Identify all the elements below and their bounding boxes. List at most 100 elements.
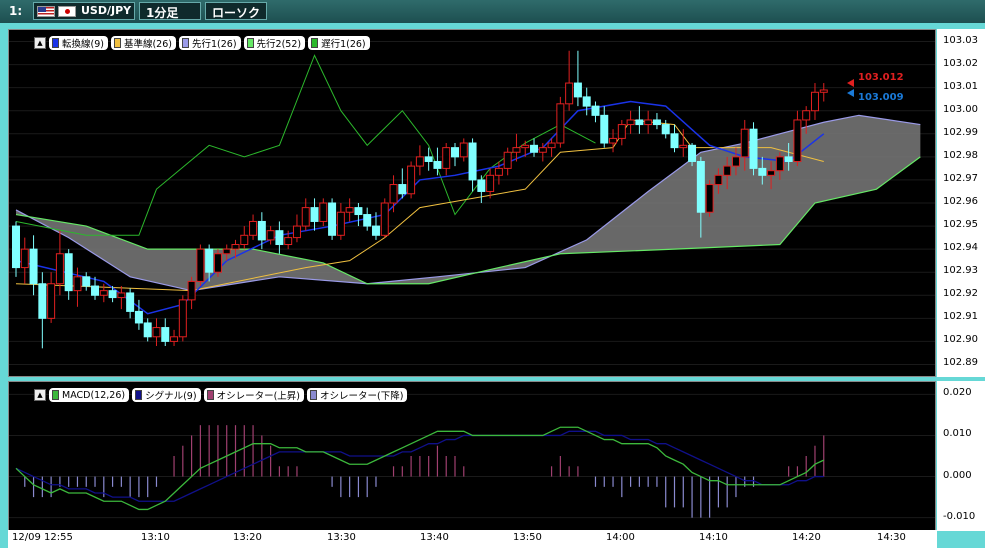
- price-axis-label: 102.90: [943, 334, 978, 346]
- macd-axis-label: 0.020: [943, 387, 972, 399]
- candle-body: [696, 160, 705, 213]
- candle-body: [451, 147, 459, 158]
- candle-body: [688, 144, 697, 162]
- candlestick-chart[interactable]: [9, 30, 935, 376]
- bid-price-tag: 103.009: [858, 92, 904, 103]
- price-axis-label: 102.95: [943, 219, 978, 231]
- legend-swatch: [113, 38, 121, 48]
- candle-body: [284, 237, 293, 246]
- candle-body: [20, 248, 29, 269]
- legend-label: 先行1(26): [191, 39, 237, 50]
- collapse-legend-icon[interactable]: ▲: [34, 37, 46, 49]
- legend-chikou[interactable]: 遅行1(26): [308, 36, 370, 50]
- candle-body: [91, 285, 100, 296]
- currency-pair-selector[interactable]: USD/JPY: [33, 2, 135, 20]
- candle-body: [810, 91, 819, 112]
- candle-body: [310, 207, 319, 222]
- candle-body: [415, 156, 424, 167]
- legend-osc-down[interactable]: オシレーター(下降): [306, 388, 408, 402]
- candle-body: [565, 82, 574, 105]
- candle-body: [609, 137, 618, 144]
- candle-body: [389, 184, 398, 204]
- candle-body: [547, 142, 556, 149]
- us-flag-icon: [37, 6, 55, 17]
- price-axis: 103.03 103.02 103.01 103.00 102.99 102.98 102.…: [937, 29, 985, 377]
- price-axis-label: 102.96: [943, 196, 978, 207]
- candle-body: [301, 207, 310, 227]
- candle-body: [82, 276, 91, 287]
- price-axis-label: 102.97: [943, 172, 978, 184]
- candle-body: [328, 202, 337, 236]
- legend-swatch: [309, 390, 317, 400]
- candle-body: [12, 225, 20, 269]
- candle-body: [731, 156, 740, 167]
- candle-body: [99, 290, 108, 296]
- candle-body: [354, 207, 363, 216]
- candle-body: [749, 128, 758, 169]
- candle-body: [459, 142, 468, 158]
- candle-body: [380, 202, 389, 236]
- legend-osc-up[interactable]: オシレーター(上昇): [203, 388, 304, 402]
- candle-body: [205, 248, 214, 273]
- macd-chart[interactable]: [9, 382, 935, 530]
- candle-body: [117, 292, 126, 299]
- candle-body: [793, 119, 802, 162]
- candle-body: [591, 105, 600, 116]
- candle-body: [231, 244, 240, 250]
- candle-body: [723, 165, 732, 176]
- candle-body: [433, 160, 442, 169]
- candle-body: [407, 165, 416, 195]
- price-axis-label: 103.01: [943, 80, 978, 92]
- candle-body: [670, 133, 679, 149]
- price-axis-label: 102.89: [943, 357, 978, 369]
- candle-body: [187, 280, 196, 301]
- time-axis-label: 13:20: [233, 532, 262, 543]
- legend-senkou1[interactable]: 先行1(26): [178, 36, 241, 50]
- legend-macd[interactable]: MACD(12,26): [49, 388, 130, 402]
- price-axis-label: 103.00: [943, 103, 978, 115]
- candle-body: [582, 96, 591, 107]
- candle-body: [213, 253, 222, 273]
- price-axis-label: 102.91: [943, 311, 978, 323]
- legend-swatch: [181, 38, 189, 48]
- legend-senkou2[interactable]: 先行2(52): [243, 36, 306, 50]
- price-chart-panel[interactable]: ▲ 転換線(9) 基準線(26) 先行1(26) 先行2(52) 遅行1(26): [8, 29, 936, 377]
- candle-body: [784, 156, 793, 162]
- candle-body: [152, 327, 161, 338]
- ask-marker-icon: [847, 79, 854, 87]
- time-axis-label: 14:00: [606, 532, 635, 543]
- macd-panel[interactable]: ▲ MACD(12,26) シグナル(9) オシレーター(上昇) オシレーター(…: [8, 381, 936, 531]
- candle-body: [714, 174, 723, 186]
- candle-body: [398, 184, 407, 195]
- candle-body: [556, 103, 565, 144]
- chart-type-selector[interactable]: ローソク: [205, 2, 267, 20]
- candle-body: [486, 174, 495, 192]
- ask-price-tag: 103.012: [858, 72, 904, 83]
- collapse-macd-legend-icon[interactable]: ▲: [34, 389, 46, 401]
- legend-kijun[interactable]: 基準線(26): [110, 36, 176, 50]
- legend-tenkan[interactable]: 転換線(9): [49, 36, 108, 50]
- timeframe-selector[interactable]: 1分足: [139, 2, 201, 20]
- candle-body: [143, 322, 152, 338]
- legend-swatch: [52, 390, 59, 400]
- time-axis-label: 14:30: [877, 532, 906, 543]
- legend-label: 先行2(52): [256, 39, 302, 50]
- candle-body: [740, 128, 749, 158]
- candle-body: [64, 253, 73, 292]
- candle-body: [266, 230, 275, 241]
- candle-body: [819, 89, 828, 93]
- candle-body: [170, 336, 179, 342]
- candle-body: [29, 248, 38, 285]
- candle-body: [196, 248, 205, 282]
- candle-body: [108, 290, 117, 299]
- candle-body: [644, 119, 653, 126]
- candle-body: [336, 211, 345, 236]
- chart-number: 1:: [9, 4, 23, 18]
- candle-body: [626, 119, 635, 126]
- price-axis-label: 102.98: [943, 149, 978, 161]
- time-axis-label: 13:10: [141, 532, 170, 543]
- price-axis-label: 102.99: [943, 126, 978, 138]
- candle-body: [538, 147, 547, 153]
- legend-signal[interactable]: シグナル(9): [132, 388, 201, 402]
- time-axis-label: 13:30: [327, 532, 356, 543]
